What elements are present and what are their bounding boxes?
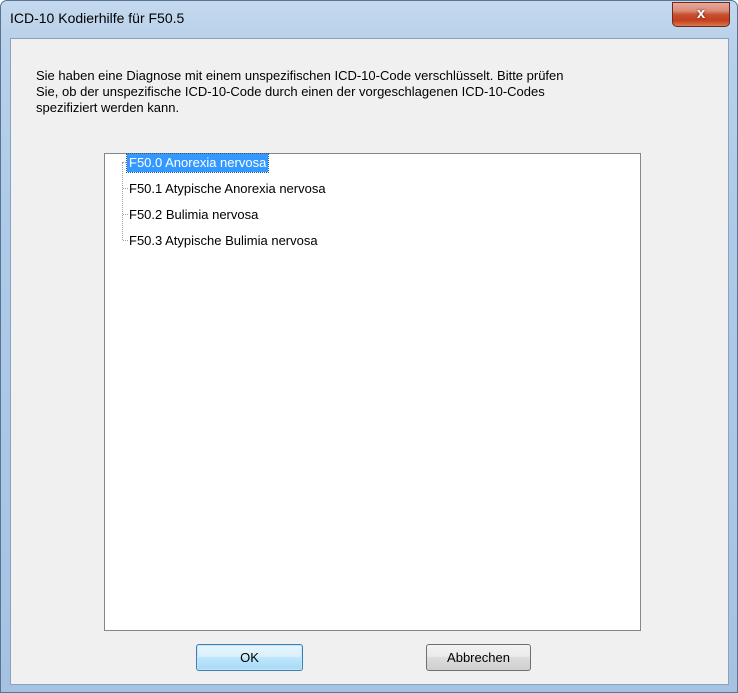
tree-item-f50-1[interactable]: F50.1 Atypische Anorexia nervosa <box>127 180 328 198</box>
close-button[interactable]: x <box>672 2 730 27</box>
dialog-content: Sie haben eine Diagnose mit einem unspez… <box>10 38 729 685</box>
tree-item-f50-2[interactable]: F50.2 Bulimia nervosa <box>127 206 260 224</box>
tree-item-f50-0[interactable]: F50.0 Anorexia nervosa <box>125 153 270 173</box>
dialog-window: ICD-10 Kodierhilfe für F50.5 x Sie haben… <box>0 0 738 693</box>
message-line: spezifiziert werden kann. <box>36 100 180 115</box>
message-line: Sie haben eine Diagnose mit einem unspez… <box>36 68 564 83</box>
ok-button[interactable]: OK <box>196 644 303 671</box>
title-bar[interactable]: ICD-10 Kodierhilfe für F50.5 x <box>1 1 737 37</box>
cancel-button[interactable]: Abbrechen <box>426 644 531 671</box>
icd-code-tree[interactable]: F50.0 Anorexia nervosa F50.1 Atypische A… <box>104 153 641 631</box>
tree-item-f50-3[interactable]: F50.3 Atypische Bulimia nervosa <box>127 232 320 250</box>
tree-connector <box>122 162 123 240</box>
message-line: Sie, ob der unspezifische ICD-10-Code du… <box>36 84 545 99</box>
window-title: ICD-10 Kodierhilfe für F50.5 <box>10 10 185 26</box>
instruction-message: Sie haben eine Diagnose mit einem unspez… <box>36 68 716 116</box>
close-icon: x <box>696 5 706 22</box>
